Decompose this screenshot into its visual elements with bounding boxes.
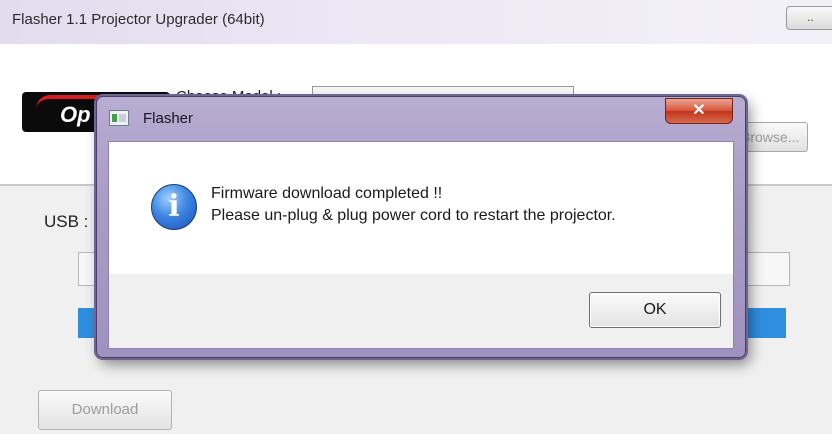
logo-text: Op [60,102,91,127]
dialog-title: Flasher [143,110,194,127]
main-window-control-button[interactable]: .. [786,6,832,30]
browse-button[interactable]: Browse... [740,122,808,152]
flasher-dialog: Flasher ✕ i Firmware download completed … [96,96,746,358]
dialog-title-bar[interactable]: Flasher ✕ [97,97,745,137]
main-window-title: Flasher 1.1 Projector Upgrader (64bit) [12,11,265,28]
close-button[interactable]: ✕ [665,98,733,124]
info-icon: i [151,184,197,230]
main-title-bar: Flasher 1.1 Projector Upgrader (64bit) .… [0,0,832,44]
message-line-2: Please un-plug & plug power cord to rest… [211,207,616,224]
dialog-body: i Firmware download completed !! Please … [108,141,734,349]
usb-label: USB : [44,212,89,231]
message-line-1: Firmware download completed !! [211,185,443,202]
download-button[interactable]: Download [38,390,172,430]
app-window-icon [109,110,129,126]
message-area: i Firmware download completed !! Please … [109,142,733,274]
ok-button[interactable]: OK [589,292,721,328]
